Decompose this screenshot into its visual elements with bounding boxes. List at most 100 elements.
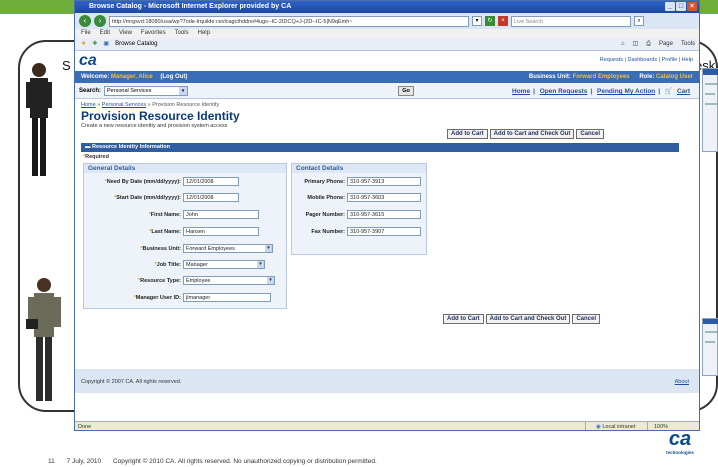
window-titlebar: Browse Catalog - Microsoft Internet Expl… bbox=[75, 1, 699, 13]
ca-logo: ca bbox=[79, 52, 97, 69]
last-name-input[interactable]: Hansen bbox=[183, 227, 259, 236]
address-bar[interactable]: http://mrgsvd:18080/usa/wp?7ode-lrquilde… bbox=[109, 15, 469, 27]
feeds-icon[interactable]: ◫ bbox=[632, 38, 638, 51]
breadcrumb-personal-services[interactable]: Personal Services bbox=[102, 102, 146, 108]
app-top-links[interactable]: Requests | Dashboards | Profile | Help bbox=[600, 57, 693, 63]
breadcrumb: Home » Personal Services » Provision Res… bbox=[81, 102, 220, 108]
mobile-phone-input[interactable]: 310-957-3603 bbox=[347, 193, 421, 202]
browser-tab[interactable]: Browse Catalog bbox=[115, 38, 157, 50]
need-by-date-input[interactable]: 12/01/2008 bbox=[183, 177, 239, 186]
primary-phone-label: Primary Phone: bbox=[304, 178, 345, 185]
back-arrow-icon[interactable]: ‹ bbox=[79, 15, 91, 27]
nav-pending-my-action[interactable]: Pending My Action bbox=[597, 88, 655, 95]
nav-open-requests[interactable]: Open Requests bbox=[540, 88, 588, 95]
field-job-title: *Job Title: Manager ▾ bbox=[85, 260, 265, 269]
presentation-slide: S esk Browse Catalog - Microsoft Interne… bbox=[0, 0, 718, 467]
refresh-icon[interactable]: ↻ bbox=[485, 16, 495, 26]
window-title: Browse Catalog - Microsoft Internet Expl… bbox=[89, 3, 292, 10]
breadcrumb-home[interactable]: Home bbox=[81, 102, 96, 108]
business-unit-select[interactable]: Forward Employees ▾ bbox=[183, 244, 273, 253]
add-to-cart-button-bottom[interactable]: Add to Cart bbox=[443, 314, 484, 324]
dropdown-arrow-icon[interactable]: ▾ bbox=[472, 16, 482, 26]
search-category-select[interactable]: Personal Services ▾ bbox=[104, 85, 189, 96]
menu-edit[interactable]: Edit bbox=[100, 29, 110, 38]
breadcrumb-current: Provision Resource Identity bbox=[152, 102, 220, 108]
minimize-button[interactable]: _ bbox=[665, 2, 675, 11]
live-search-input[interactable]: Live Search bbox=[511, 15, 631, 27]
role-value: Catalog User bbox=[655, 74, 693, 80]
dropdown-arrow-icon: ▾ bbox=[265, 245, 272, 252]
menu-favorites[interactable]: Favorites bbox=[141, 29, 166, 38]
add-to-cart-checkout-button[interactable]: Add to Cart and Check Out bbox=[489, 129, 575, 139]
stop-icon[interactable]: × bbox=[498, 16, 508, 26]
menu-bar: File Edit View Favorites Tools Help bbox=[75, 29, 699, 38]
about-link[interactable]: About bbox=[675, 379, 689, 385]
contact-details-title: Contact Details bbox=[292, 164, 426, 173]
menu-tools[interactable]: Tools bbox=[175, 29, 189, 38]
forward-arrow-icon[interactable]: › bbox=[94, 15, 106, 27]
menu-help[interactable]: Help bbox=[198, 29, 210, 38]
business-unit-select-value: Forward Employees bbox=[186, 246, 235, 252]
search-category-value: Personal Services bbox=[107, 87, 152, 94]
add-to-cart-checkout-button-bottom[interactable]: Add to Cart and Check Out bbox=[485, 314, 571, 324]
top-action-buttons: Add to Cart Add to Cart and Check Out Ca… bbox=[447, 129, 605, 139]
favorites-bar: ★ ✚ ▣ Browse Catalog ⌂ ◫ ⎙ Page Tools bbox=[75, 38, 699, 51]
businesswoman-figure bbox=[26, 63, 52, 176]
first-name-input[interactable]: John bbox=[183, 210, 259, 219]
add-to-cart-button[interactable]: Add to Cart bbox=[447, 129, 488, 139]
job-title-label: Job Title: bbox=[156, 261, 181, 268]
resource-type-select[interactable]: Employee ▾ bbox=[183, 276, 275, 285]
fax-number-input[interactable]: 310-957-3907 bbox=[347, 227, 421, 236]
field-need-by-date: *Need By Date (mm/dd/yyyy): 12/01/2008 bbox=[85, 177, 239, 186]
app-copyright: Copyright © 2007 CA. All rights reserved… bbox=[81, 379, 182, 385]
resource-type-select-value: Employee bbox=[186, 278, 211, 284]
field-first-name: *First Name: John bbox=[85, 210, 259, 219]
pager-number-input[interactable]: 310-957-3615 bbox=[347, 210, 421, 219]
dropdown-arrow-icon: ▾ bbox=[257, 261, 264, 268]
add-favorites-icon[interactable]: ✚ bbox=[92, 38, 97, 50]
menu-view[interactable]: View bbox=[119, 29, 132, 38]
slide-copyright: Copyright © 2010 CA. All rights reserved… bbox=[112, 458, 377, 465]
slide-footer: 11 7 July, 2010 Copyright © 2010 CA. All… bbox=[48, 458, 377, 465]
home-icon[interactable]: ⌂ bbox=[621, 38, 625, 51]
nav-home[interactable]: Home bbox=[512, 88, 530, 95]
cancel-button[interactable]: Cancel bbox=[576, 129, 605, 139]
field-manager-user-id: *Manager User ID: jlmanager bbox=[85, 293, 271, 302]
job-title-select[interactable]: Manager ▾ bbox=[183, 260, 265, 269]
welcome-bar: Welcome: Manager, Alice (Log Out) Busine… bbox=[75, 71, 699, 83]
go-button[interactable]: Go bbox=[398, 85, 415, 96]
manager-user-id-input[interactable]: jlmanager bbox=[183, 293, 271, 302]
cancel-button-bottom[interactable]: Cancel bbox=[572, 314, 601, 324]
field-start-date: *Start Date (mm/dd/yyyy): 12/01/2008 bbox=[85, 193, 239, 202]
catalog-app: ca Requests | Dashboards | Profile | Hel… bbox=[75, 51, 699, 393]
maximize-button[interactable]: □ bbox=[676, 2, 686, 11]
close-button[interactable]: × bbox=[687, 2, 697, 11]
logout-link[interactable]: (Log Out) bbox=[160, 74, 187, 80]
section-title: Resource Identity Information bbox=[92, 144, 170, 150]
manager-user-id-label: Manager User ID: bbox=[135, 294, 181, 301]
field-primary-phone: Primary Phone: 310-957-3913 bbox=[293, 177, 421, 186]
primary-phone-input[interactable]: 310-957-3913 bbox=[347, 177, 421, 186]
field-resource-type: *Resource Type: Employee ▾ bbox=[85, 276, 275, 285]
businessman-figure bbox=[26, 278, 61, 401]
slide-thumbnail-top bbox=[702, 68, 718, 152]
page-menu[interactable]: Page bbox=[659, 38, 673, 51]
welcome-user: Manager, Alice bbox=[110, 74, 153, 80]
menu-file[interactable]: File bbox=[81, 29, 91, 38]
print-icon[interactable]: ⎙ bbox=[646, 38, 651, 51]
collapse-icon[interactable]: ▬ bbox=[85, 144, 91, 150]
page-title: Provision Resource Identity bbox=[81, 109, 240, 123]
zone-text: Local intranet bbox=[602, 424, 636, 430]
favorites-star-icon[interactable]: ★ bbox=[81, 38, 86, 50]
job-title-select-value: Manager bbox=[186, 262, 208, 268]
field-fax-number: Fax Number: 310-957-3907 bbox=[293, 227, 421, 236]
required-note: *Required bbox=[83, 154, 109, 160]
search-icon[interactable]: ⌕ bbox=[634, 16, 644, 26]
ca-corner-tag: technologies bbox=[666, 450, 694, 455]
business-unit-label: Business Unit: bbox=[528, 74, 571, 80]
start-date-input[interactable]: 12/01/2008 bbox=[183, 193, 239, 202]
tools-menu[interactable]: Tools bbox=[681, 38, 695, 51]
field-last-name: *Last Name: Hansen bbox=[85, 227, 259, 236]
mobile-phone-label: Mobile Phone: bbox=[307, 194, 345, 201]
nav-cart[interactable]: Cart bbox=[677, 88, 690, 95]
